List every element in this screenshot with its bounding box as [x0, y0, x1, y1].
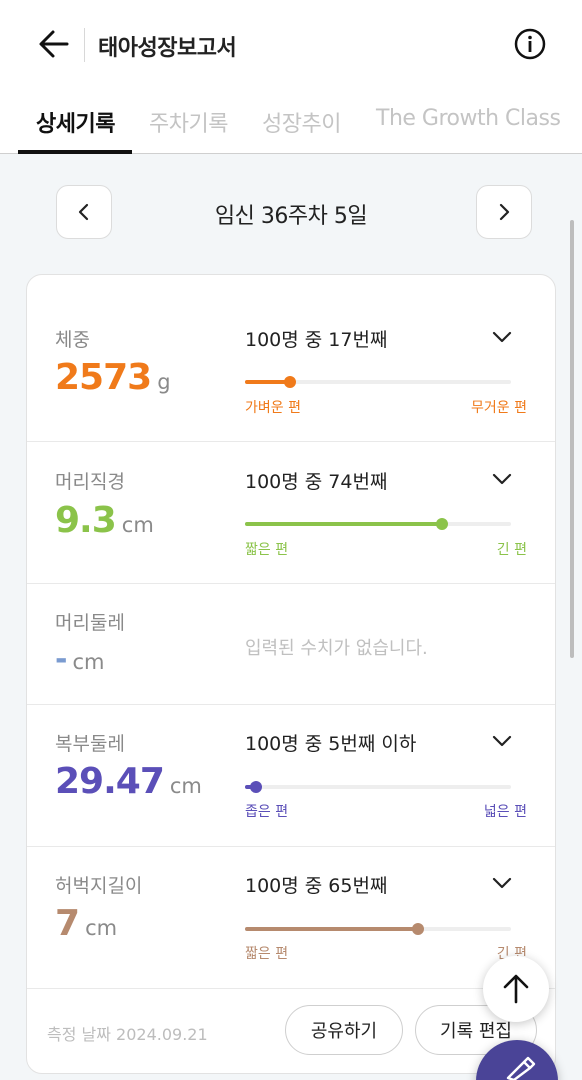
measurement-row-abdominal-circumference: 복부둘레 29.47 cm 100명 중 5번째 이하 좁은 편 넓은 편: [27, 705, 555, 847]
tab-detail-record[interactable]: 상세기록: [36, 106, 115, 138]
share-button[interactable]: 공유하기: [285, 1005, 403, 1055]
range-right-label: 무거운 편: [471, 400, 527, 416]
value-unit: g: [157, 370, 171, 394]
range-left-label: 좁은 편: [245, 804, 289, 820]
measurement-row-weight: 체중 2573 g 100명 중 17번째 가벼운 편 무거운 편: [27, 275, 555, 442]
pencil-icon: [506, 1056, 536, 1080]
chevron-down-icon[interactable]: [489, 327, 515, 347]
percentile-marker: [249, 781, 262, 793]
range-left-label: 가벼운 편: [245, 400, 301, 416]
percentile-track: [245, 923, 511, 935]
measurement-value: 29.47 cm: [55, 761, 202, 802]
write-record-button[interactable]: [476, 1040, 558, 1080]
measurement-value: 2573 g: [55, 357, 171, 398]
next-week-button[interactable]: [476, 185, 532, 239]
chevron-down-icon[interactable]: [489, 873, 515, 893]
value-unit: cm: [72, 650, 105, 674]
tab-growth-trend[interactable]: 성장추이: [262, 106, 341, 138]
info-button[interactable]: [512, 26, 548, 62]
measurement-row-femur-length: 허벅지길이 7 cm 100명 중 65번째 짧은 편 긴 편: [27, 847, 555, 989]
scroll-to-top-button[interactable]: [483, 956, 549, 1022]
header-divider: [84, 28, 85, 62]
info-icon: [514, 28, 546, 60]
value-number: 9.3: [55, 500, 117, 541]
value-unit: cm: [85, 916, 118, 940]
tab-weekly-record[interactable]: 주차기록: [149, 106, 228, 138]
percentile-fill: [245, 927, 418, 931]
measurement-label: 허벅지길이: [55, 875, 143, 897]
percentile-track: [245, 376, 511, 388]
measurement-value: 9.3 cm: [55, 500, 154, 541]
measurement-row-head-circumference: 머리둘레 - cm 입력된 수치가 없습니다.: [27, 584, 555, 705]
percentile-fill: [245, 522, 442, 526]
chevron-down-icon[interactable]: [489, 469, 515, 489]
measurement-card: 체중 2573 g 100명 중 17번째 가벼운 편 무거운 편 머리직경 9.…: [26, 274, 556, 1074]
arrow-left-icon: [39, 30, 69, 58]
arrow-up-icon: [503, 974, 529, 1004]
range-right-label: 넓은 편: [483, 804, 527, 820]
measurement-label: 머리직경: [55, 471, 125, 493]
chevron-right-icon: [499, 203, 510, 221]
range-left-label: 짧은 편: [245, 542, 289, 558]
percentile-marker: [411, 923, 424, 935]
rank-text: 100명 중 5번째 이하: [245, 733, 417, 755]
tab-bar: 상세기록 주차기록 성장추이 The Growth Class: [0, 90, 582, 154]
measurement-date: 측정 날짜 2024.09.21: [47, 1025, 208, 1044]
value-unit: cm: [169, 774, 202, 798]
top-bar: 태아성장보고서: [0, 0, 582, 90]
value-number: 7: [55, 903, 80, 944]
percentile-marker: [435, 518, 448, 530]
measurement-label: 머리둘레: [55, 612, 125, 634]
measurement-value: 7 cm: [55, 903, 117, 944]
measurement-label: 체중: [55, 329, 90, 351]
page-title: 태아성장보고서: [98, 36, 237, 61]
percentile-track: [245, 781, 511, 793]
measurement-label: 복부둘레: [55, 733, 125, 755]
rank-text: 100명 중 17번째: [245, 329, 388, 351]
active-tab-indicator: [18, 150, 132, 154]
range-left-label: 짧은 편: [245, 946, 289, 962]
chevron-down-icon[interactable]: [489, 731, 515, 751]
week-navigator: 임신 36주차 5일: [0, 180, 582, 242]
rank-text: 100명 중 65번째: [245, 875, 388, 897]
scrollbar[interactable]: [570, 220, 574, 658]
range-right-label: 긴 편: [496, 542, 527, 558]
value-number: -: [55, 642, 67, 677]
value-number: 29.47: [55, 761, 165, 802]
value-number: 2573: [55, 357, 152, 398]
back-button[interactable]: [34, 24, 74, 64]
measurement-row-head-diameter: 머리직경 9.3 cm 100명 중 74번째 짧은 편 긴 편: [27, 442, 555, 584]
percentile-marker: [284, 376, 297, 388]
rank-text: 100명 중 74번째: [245, 471, 388, 493]
no-data-message: 입력된 수치가 없습니다.: [245, 638, 428, 659]
tab-growth-class[interactable]: The Growth Class: [376, 106, 561, 131]
percentile-track: [245, 518, 511, 530]
value-unit: cm: [121, 513, 154, 537]
measurement-value: - cm: [55, 642, 104, 677]
